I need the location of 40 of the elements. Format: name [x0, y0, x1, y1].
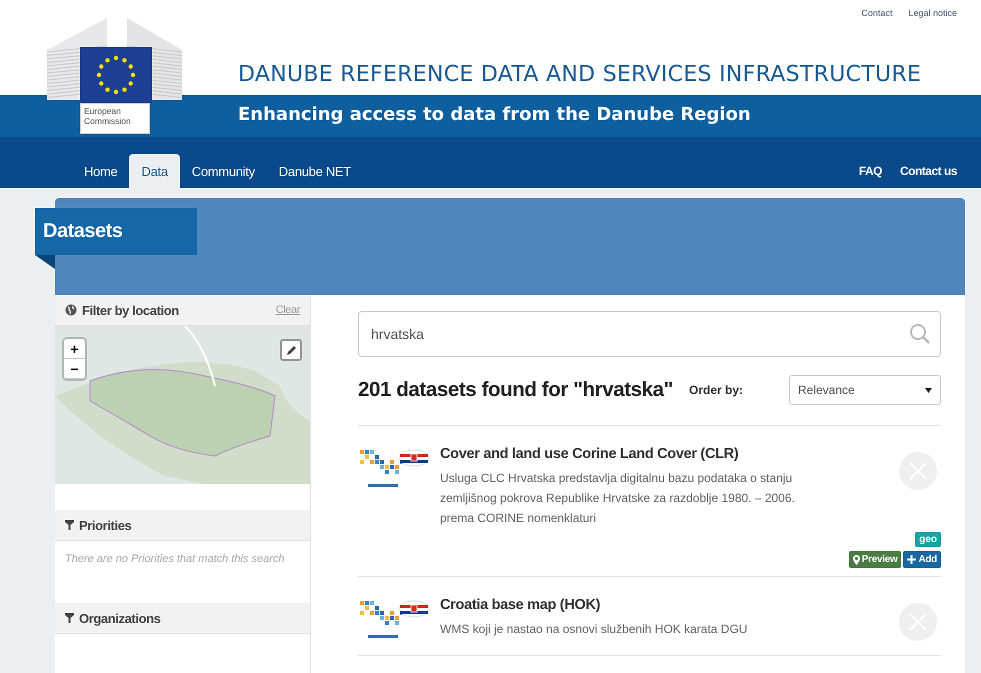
nav-tab[interactable]: Data [129, 154, 180, 188]
order-label: Order by: [688, 383, 743, 397]
globe-icon [65, 304, 77, 316]
dataset-title[interactable]: Cover and land use Corine Land Cover (CLR) [440, 446, 821, 462]
zoom-in-button[interactable]: + [64, 339, 85, 359]
preview-button[interactable]: Preview [848, 551, 902, 568]
search-icon[interactable] [909, 323, 931, 345]
dataset-description: WMS koji je nastao na osnovi službenih HOK karata DGU [440, 621, 748, 638]
nav-tab[interactable]: Community [180, 154, 267, 188]
order-select[interactable]: Relevance [789, 375, 941, 405]
filter-icon [65, 520, 74, 530]
empty-message: There are no Priorities that match this search [65, 553, 284, 565]
draw-button[interactable] [280, 339, 302, 361]
facet-title: Priorities [79, 518, 132, 532]
map-pin-icon [852, 554, 860, 564]
dataset-description: Usluga CLC Hrvatska predstavlja digitalnu bazu podataka o stanju zemljišnog pokrova Republike Hrvatske za razdoblje 1980. – 2006. prema CORINE nomenklaturi [440, 470, 796, 527]
search-field[interactable]: hrvatska [358, 311, 941, 357]
nav-link[interactable]: Contact us [882, 164, 957, 188]
format-tag: geo [915, 532, 941, 547]
page-title: Datasets [35, 208, 197, 255]
add-button[interactable]: Add [903, 551, 941, 568]
results-count: 201 datasets found for "hrvatska" [358, 378, 673, 402]
eu-flag-icon [80, 47, 152, 103]
nav-tab[interactable]: Home [72, 154, 130, 188]
facet-title: Organizations [79, 610, 160, 626]
site-title: DANUBE REFERENCE DATA AND SERVICES INFRASTRUCTURE [238, 62, 922, 87]
dataset-title[interactable]: Croatia base map (HOK) [440, 597, 821, 613]
logo-caption: European Commission [80, 103, 150, 134]
top-link[interactable]: Contact [861, 8, 892, 18]
zoom-out-button[interactable]: − [64, 359, 85, 379]
pencil-icon [285, 345, 297, 357]
plus-icon [907, 555, 916, 564]
ribbon-fold-icon [35, 255, 55, 269]
filter-title: Filter by location [82, 302, 179, 318]
site-subtitle: Enhancing access to data from the Danube Region [238, 104, 751, 125]
filter-icon [65, 613, 74, 623]
top-link[interactable]: Legal notice [908, 8, 957, 18]
nav-link[interactable]: FAQ [840, 164, 882, 188]
caret-icon [925, 388, 932, 392]
nav-tab[interactable]: Danube NET [266, 154, 363, 188]
